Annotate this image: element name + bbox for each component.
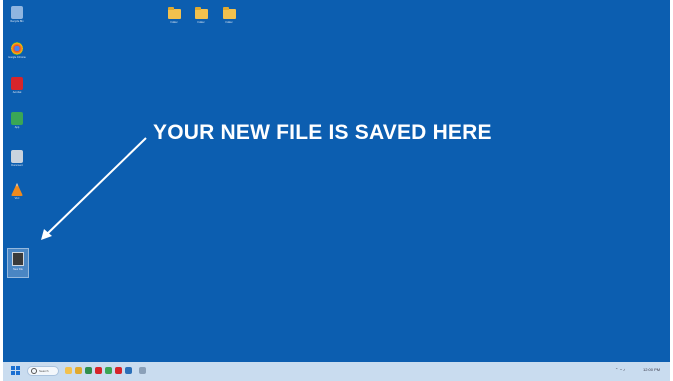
taskbar-app-icon[interactable] [75,367,82,374]
taskbar-clock[interactable]: 12:00 PM [643,367,660,372]
search-icon [31,368,37,374]
taskbar-app-icon[interactable] [125,367,132,374]
taskbar-app-icon[interactable] [95,367,102,374]
taskbar-search-box[interactable]: Search [27,366,59,376]
system-tray-icons[interactable]: ⌃ ◔ ♪ [615,367,625,372]
desktop[interactable]: Recycle Bin Google Chrome Acrobat App Do… [3,0,670,381]
taskbar-files-icon[interactable] [65,367,72,374]
taskbar-app-icon[interactable] [105,367,112,374]
taskbar-app-icon[interactable] [139,367,146,374]
search-placeholder: Search [39,369,49,373]
taskbar: Search ⌃ ◔ ♪ 12:00 PM [3,362,670,381]
taskbar-app-icon[interactable] [85,367,92,374]
taskbar-app-icon[interactable] [115,367,122,374]
annotation-arrow [41,137,147,240]
windows-start-icon[interactable] [11,366,21,376]
